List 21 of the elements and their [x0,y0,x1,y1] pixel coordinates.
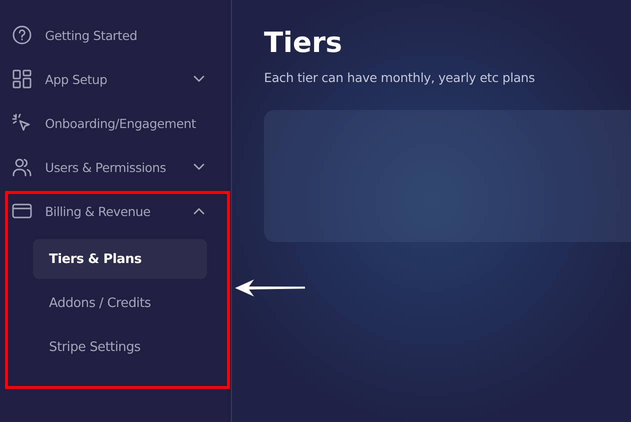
nav-item[interactable]: Getting Started [0,13,231,57]
pointer-arrow [234,278,306,298]
nav-label: App Setup [45,72,108,86]
page-subtitle: Each tier can have monthly, yearly etc plans [264,70,536,85]
nav-item[interactable]: Billing & Revenue [0,189,231,233]
nav-item[interactable]: App Setup [0,57,231,101]
nav-label: Billing & Revenue [45,204,152,218]
users-icon [12,157,32,177]
nav-label: Users & Permissions [45,160,167,174]
sub-nav-item[interactable]: Addons / Credits [33,283,207,323]
sub-nav-item[interactable]: Tiers & Plans [33,239,207,279]
nav-item[interactable]: Users & Permissions [0,145,231,189]
nav-label: Getting Started [45,28,138,42]
sub-nav-item[interactable]: Stripe Settings [33,327,207,367]
help-icon [12,25,32,45]
page-title: Tiers [264,26,344,60]
credit-card-icon [12,201,32,221]
grid-icon [12,69,32,89]
nav-item[interactable]: Onboarding/Engagement [0,101,231,145]
nav-label: Onboarding/Engagement [45,116,197,130]
cursor-click-icon [12,113,32,133]
